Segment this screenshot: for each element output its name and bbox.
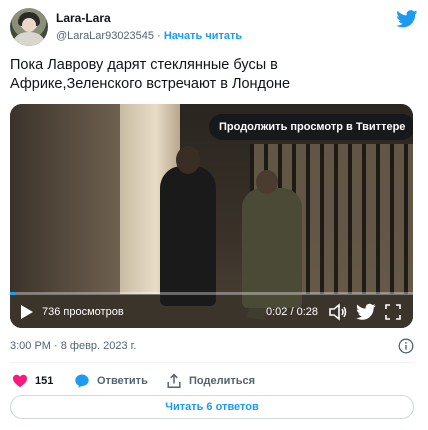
tweet-header: Lara-Lara @LaraLar93023545 · Начать чита… xyxy=(10,8,418,48)
continue-on-twitter-button[interactable]: Продолжить просмотр в Твиттере xyxy=(209,114,413,140)
video-figure-left-head xyxy=(176,146,200,174)
follow-link[interactable]: Начать читать xyxy=(164,30,242,42)
video-controls: 736 просмотров 0:02 / 0:28 xyxy=(10,296,413,328)
twitter-bird-icon[interactable] xyxy=(396,10,418,28)
avatar[interactable] xyxy=(10,8,48,46)
tweet-actions: 151 Ответить Поделиться xyxy=(10,370,414,390)
reply-label: Ответить xyxy=(97,375,148,387)
video-figure-left xyxy=(160,166,216,306)
reply-button[interactable]: Ответить xyxy=(74,372,148,390)
author-handle-line: @LaraLar93023545 · Начать читать xyxy=(56,30,242,42)
share-button[interactable]: Поделиться xyxy=(166,372,255,390)
heart-icon xyxy=(13,374,27,388)
tweet-text: Пока Лаврову дарят стеклянные бусы в Афр… xyxy=(10,57,291,92)
like-button[interactable]: 151 xyxy=(12,372,53,390)
video-figure-right xyxy=(242,188,302,308)
author-name[interactable]: Lara-Lara xyxy=(56,11,111,25)
share-icon xyxy=(167,373,181,388)
video-views: 736 просмотров xyxy=(42,306,124,318)
tweet-embed-card: Lara-Lara @LaraLar93023545 · Начать чита… xyxy=(0,0,428,430)
video-progress-fill xyxy=(10,292,16,295)
author-handle[interactable]: @LaraLar93023545 xyxy=(56,30,154,42)
share-label: Поделиться xyxy=(189,375,256,387)
video-progress-track[interactable] xyxy=(10,292,413,295)
play-icon[interactable] xyxy=(20,304,34,320)
tweet-timestamp[interactable]: 3:00 PM · 8 февр. 2023 г. xyxy=(10,340,136,352)
read-replies-button[interactable]: Читать 6 ответов xyxy=(10,395,414,419)
handle-separator: · xyxy=(157,30,161,42)
info-icon[interactable] xyxy=(398,338,414,354)
fullscreen-icon[interactable] xyxy=(385,304,401,320)
video-time: 0:02 / 0:28 xyxy=(266,306,318,318)
volume-icon[interactable] xyxy=(328,303,348,321)
gif-icon[interactable] xyxy=(356,303,376,321)
reply-icon xyxy=(75,374,89,388)
divider xyxy=(10,362,414,363)
avatar-body xyxy=(14,32,44,46)
avatar-face xyxy=(22,18,36,32)
like-count: 151 xyxy=(35,375,54,387)
video-player[interactable]: Продолжить просмотр в Твиттере 736 просм… xyxy=(10,104,413,328)
video-figure-right-head xyxy=(256,170,278,194)
